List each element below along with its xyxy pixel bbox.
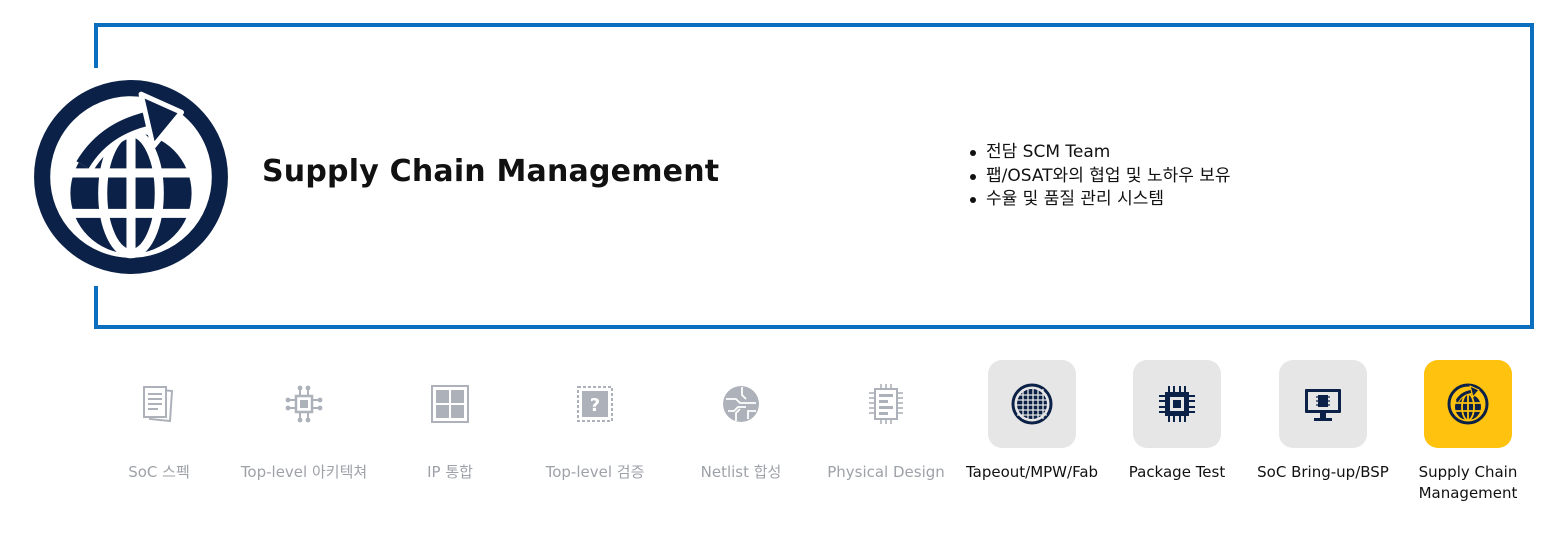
step-ip-integration[interactable]: IP 통합 — [375, 360, 525, 483]
step-physical-design[interactable]: Physical Design — [811, 360, 961, 483]
step-tile — [1424, 360, 1512, 448]
step-tile — [260, 360, 348, 448]
step-label: Top-level 아키텍쳐 — [240, 463, 368, 481]
hero-bullet: 전담 SCM Team — [968, 141, 1231, 165]
step-label: Package Test — [1128, 463, 1226, 481]
svg-text:?: ? — [590, 395, 600, 416]
step-label: IP 통합 — [427, 463, 473, 481]
chip-layout-icon — [869, 384, 903, 424]
cpu-package-icon — [1159, 386, 1195, 422]
wafer-icon — [1011, 383, 1053, 425]
process-step-nav: SoC 스펙 Top-level 아키텍쳐 IP 통합 ? Top-level … — [84, 360, 1542, 520]
question-chip-icon: ? — [577, 386, 613, 422]
hero-icon — [22, 68, 240, 286]
step-package-test[interactable]: Package Test — [1102, 360, 1252, 483]
hero-bullet: 수율 및 품질 관리 시스템 — [968, 188, 1231, 212]
circuit-globe-icon — [723, 386, 759, 422]
step-tile — [842, 360, 930, 448]
document-icon — [143, 386, 174, 423]
step-label: Physical Design — [827, 463, 945, 481]
hero-title: Supply Chain Management — [262, 154, 720, 189]
step-top-level-architecture[interactable]: Top-level 아키텍쳐 — [229, 360, 379, 483]
step-supply-chain-management[interactable]: Supply Chain Management — [1393, 360, 1543, 504]
step-tile — [115, 360, 203, 448]
hero-bullet: 팹/OSAT와의 협업 및 노하우 보유 — [968, 165, 1231, 189]
step-top-level-verification[interactable]: ? Top-level 검증 — [520, 360, 670, 483]
step-tile — [406, 360, 494, 448]
step-tile — [988, 360, 1076, 448]
step-tile — [1133, 360, 1221, 448]
grid-chip-icon — [431, 385, 469, 423]
page: Supply Chain Management 전담 SCM Team 팹/OS… — [0, 0, 1547, 546]
step-label: Netlist 합성 — [700, 463, 782, 481]
step-label: Top-level 검증 — [545, 463, 645, 481]
globe-arrow-icon — [1447, 383, 1489, 425]
step-label: Supply Chain Management — [1418, 463, 1518, 502]
step-label: SoC 스펙 — [128, 463, 190, 481]
monitor-chip-icon — [1305, 389, 1341, 421]
step-soc-spec[interactable]: SoC 스펙 — [84, 360, 234, 483]
step-tapeout-mpw-fab[interactable]: Tapeout/MPW/Fab — [957, 360, 1107, 483]
chip-circuit-icon — [285, 385, 323, 423]
step-tile — [697, 360, 785, 448]
step-label: Tapeout/MPW/Fab — [965, 463, 1099, 481]
step-soc-bring-up-bsp[interactable]: SoC Bring-up/BSP — [1248, 360, 1398, 483]
step-netlist-synthesis[interactable]: Netlist 합성 — [666, 360, 816, 483]
step-tile — [1279, 360, 1367, 448]
step-label: SoC Bring-up/BSP — [1257, 463, 1389, 481]
hero-bullet-list: 전담 SCM Team 팹/OSAT와의 협업 및 노하우 보유 수율 및 품질… — [968, 141, 1231, 212]
globe-arrow-icon — [34, 80, 228, 274]
step-tile: ? — [551, 360, 639, 448]
